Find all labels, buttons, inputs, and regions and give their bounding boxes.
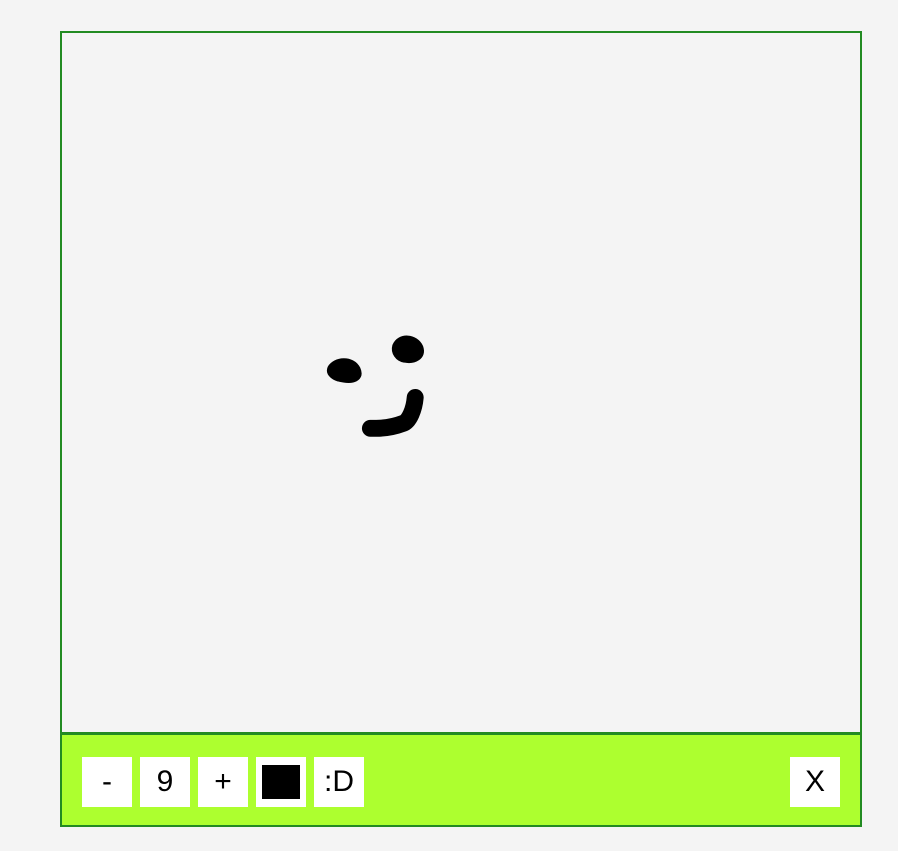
drawing-canvas[interactable] <box>62 33 860 735</box>
drawing-app: - 9 + :D X <box>60 31 862 827</box>
stroke-left-dot <box>326 358 362 383</box>
decrease-size-button[interactable]: - <box>82 757 132 807</box>
close-button[interactable]: X <box>790 757 840 807</box>
stroke-mouth <box>361 388 424 437</box>
emoji-button[interactable]: :D <box>314 757 364 807</box>
increase-size-button[interactable]: + <box>198 757 248 807</box>
toolbar: - 9 + :D X <box>62 735 860 825</box>
color-swatch <box>262 765 300 799</box>
color-picker-button[interactable] <box>256 757 306 807</box>
stroke-right-dot <box>391 335 424 364</box>
canvas-drawing <box>326 335 424 437</box>
brush-size-display: 9 <box>140 757 190 807</box>
